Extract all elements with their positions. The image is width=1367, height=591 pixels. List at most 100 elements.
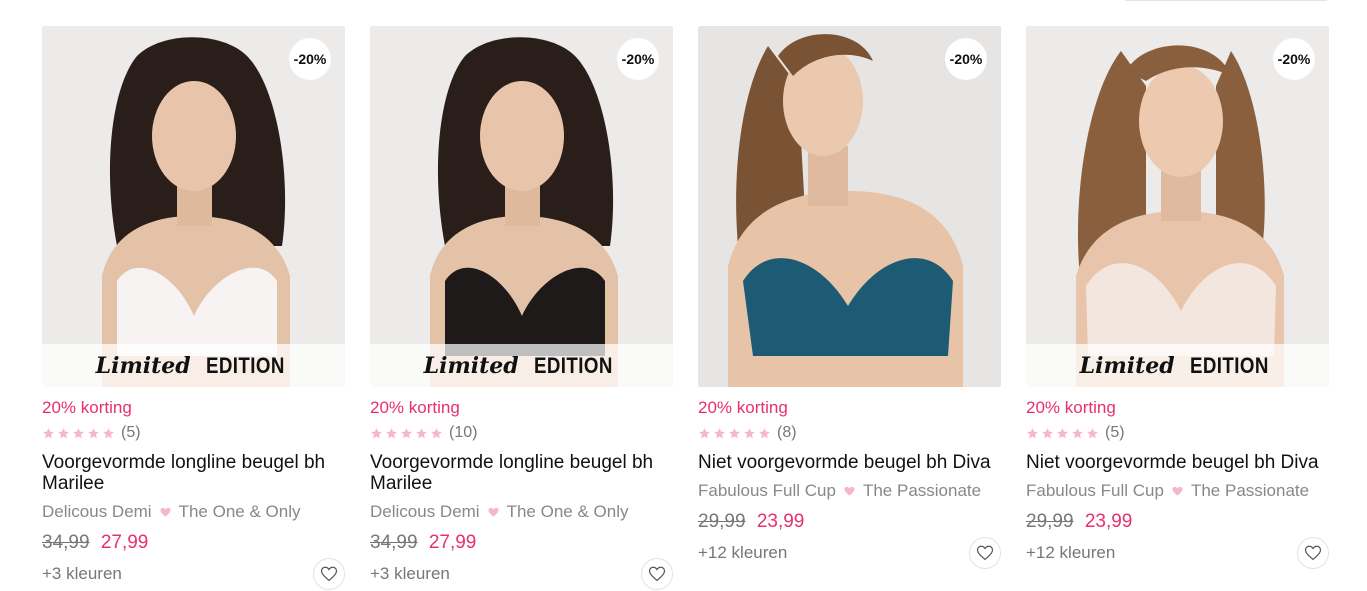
heart-separator-icon: [160, 507, 171, 517]
star-icon: [43, 427, 54, 438]
wishlist-button[interactable]: [1297, 537, 1329, 569]
discount-badge: -20%: [617, 38, 659, 80]
star-icon: [699, 427, 710, 438]
limited-edition-label: Limited EDITION: [42, 344, 345, 387]
star-rating: [370, 427, 443, 440]
wishlist-button[interactable]: [641, 558, 673, 590]
model-photo: [698, 26, 1001, 387]
more-colors[interactable]: +12 kleuren: [1026, 543, 1115, 563]
star-icon: [103, 427, 114, 438]
collection-info: Delicous Demi The One & Only: [42, 502, 345, 522]
sale-price: 27,99: [428, 532, 477, 553]
product-image[interactable]: -20% Limited EDITION: [1026, 26, 1329, 387]
star-icon: [1087, 427, 1098, 438]
star-rating: [42, 427, 115, 440]
heart-separator-icon: [844, 486, 855, 496]
collection-info: Delicous Demi The One & Only: [370, 502, 673, 522]
product-name[interactable]: Voorgevormde longline beugel bh Marilee: [42, 452, 345, 494]
product-line: Fabulous Full Cup: [698, 481, 836, 500]
product-grid: -20% Limited EDITION 20% korting (5) Voo…: [42, 26, 1329, 590]
limited-edition-label: Limited EDITION: [1026, 344, 1329, 387]
price: 29,99 23,99: [698, 511, 1001, 533]
star-icon: [1072, 427, 1083, 438]
heart-separator-icon: [1172, 486, 1183, 496]
rating: (10): [370, 424, 673, 442]
collection-info: Fabulous Full Cup The Passionate: [1026, 481, 1329, 501]
product-card[interactable]: -20% 20% korting (8) Niet voorgevormde b…: [698, 26, 1001, 590]
old-price: 34,99: [370, 532, 418, 553]
star-icon: [386, 427, 397, 438]
more-colors[interactable]: +3 kleuren: [42, 564, 122, 584]
star-icon: [759, 427, 770, 438]
rating: (5): [42, 424, 345, 442]
price: 34,99 27,99: [370, 532, 673, 554]
model-photo: [1026, 26, 1329, 387]
heart-icon: [1304, 545, 1322, 561]
product-card[interactable]: -20% Limited EDITION 20% korting (5) Voo…: [42, 26, 345, 590]
product-image[interactable]: -20% Limited EDITION: [370, 26, 673, 387]
product-name[interactable]: Voorgevormde longline beugel bh Marilee: [370, 452, 673, 494]
heart-icon: [648, 566, 666, 582]
limited-edition-label: Limited EDITION: [370, 344, 673, 387]
product-name[interactable]: Niet voorgevormde beugel bh Diva: [1026, 452, 1329, 473]
discount-badge: -20%: [289, 38, 331, 80]
top-divider: [1125, 0, 1327, 1]
price: 34,99 27,99: [42, 532, 345, 554]
product-card[interactable]: -20% Limited EDITION 20% korting (10) Vo…: [370, 26, 673, 590]
product-image[interactable]: -20%: [698, 26, 1001, 387]
wishlist-button[interactable]: [969, 537, 1001, 569]
collection-name: The One & Only: [178, 502, 301, 521]
discount-text: 20% korting: [42, 398, 132, 417]
heart-separator-icon: [488, 507, 499, 517]
star-icon: [729, 427, 740, 438]
review-count: (8): [777, 424, 797, 441]
star-icon: [73, 427, 84, 438]
review-count: (5): [1105, 424, 1125, 441]
product-line: Delicous Demi: [42, 502, 152, 521]
star-icon: [714, 427, 725, 438]
star-icon: [744, 427, 755, 438]
model-photo: [42, 26, 345, 387]
heart-icon: [976, 545, 994, 561]
old-price: 29,99: [1026, 511, 1074, 532]
review-count: (5): [121, 424, 141, 441]
collection-name: The Passionate: [862, 481, 982, 500]
collection-name: The One & Only: [506, 502, 629, 521]
model-photo: [370, 26, 673, 387]
star-icon: [88, 427, 99, 438]
star-icon: [401, 427, 412, 438]
star-rating: [698, 427, 771, 440]
star-icon: [431, 427, 442, 438]
product-line: Fabulous Full Cup: [1026, 481, 1164, 500]
more-colors[interactable]: +3 kleuren: [370, 564, 450, 584]
star-icon: [1042, 427, 1053, 438]
discount-badge: -20%: [945, 38, 987, 80]
sale-price: 23,99: [1084, 511, 1133, 532]
sale-price: 23,99: [756, 511, 805, 532]
old-price: 34,99: [42, 532, 90, 553]
more-colors[interactable]: +12 kleuren: [698, 543, 787, 563]
rating: (8): [698, 424, 1001, 442]
product-image[interactable]: -20% Limited EDITION: [42, 26, 345, 387]
review-count: (10): [449, 424, 478, 441]
star-icon: [416, 427, 427, 438]
discount-text: 20% korting: [370, 398, 460, 417]
old-price: 29,99: [698, 511, 746, 532]
product-name[interactable]: Niet voorgevormde beugel bh Diva: [698, 452, 1001, 473]
collection-info: Fabulous Full Cup The Passionate: [698, 481, 1001, 501]
price: 29,99 23,99: [1026, 511, 1329, 533]
star-rating: [1026, 427, 1099, 440]
heart-icon: [320, 566, 338, 582]
star-icon: [1027, 427, 1038, 438]
rating: (5): [1026, 424, 1329, 442]
star-icon: [58, 427, 69, 438]
wishlist-button[interactable]: [313, 558, 345, 590]
product-line: Delicous Demi: [370, 502, 480, 521]
sale-price: 27,99: [100, 532, 149, 553]
star-icon: [1057, 427, 1068, 438]
discount-text: 20% korting: [698, 398, 788, 417]
collection-name: The Passionate: [1190, 481, 1310, 500]
product-card[interactable]: -20% Limited EDITION 20% korting (5) Nie…: [1026, 26, 1329, 590]
discount-text: 20% korting: [1026, 398, 1116, 417]
discount-badge: -20%: [1273, 38, 1315, 80]
